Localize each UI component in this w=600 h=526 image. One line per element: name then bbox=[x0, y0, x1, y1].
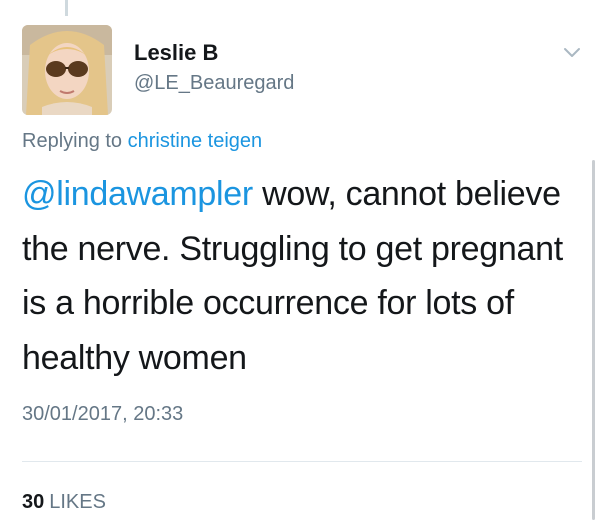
likes-label: LIKES bbox=[49, 491, 106, 513]
divider bbox=[22, 461, 582, 462]
author-display-name[interactable]: Leslie B bbox=[134, 40, 218, 66]
replying-to-user-link[interactable]: christine teigen bbox=[128, 130, 263, 152]
replying-to-line: Replying to christine teigen bbox=[22, 130, 262, 153]
tweet-timestamp[interactable]: 30/01/2017, 20:33 bbox=[22, 403, 183, 426]
thread-connector-line bbox=[65, 0, 68, 16]
likes-count: 30 bbox=[22, 491, 45, 513]
scrollbar[interactable] bbox=[592, 160, 595, 520]
avatar-photo-icon bbox=[22, 25, 112, 115]
chevron-down-icon[interactable] bbox=[563, 46, 581, 60]
avatar[interactable] bbox=[22, 25, 112, 115]
tweet-text: @lindawampler wow, cannot believe the ne… bbox=[22, 167, 587, 385]
author-handle[interactable]: @LE_Beauregard bbox=[134, 72, 294, 95]
mention-link[interactable]: @lindawampler bbox=[22, 175, 253, 213]
likes-stat[interactable]: 30 LIKES bbox=[22, 491, 106, 514]
replying-to-prefix: Replying to bbox=[22, 130, 123, 152]
